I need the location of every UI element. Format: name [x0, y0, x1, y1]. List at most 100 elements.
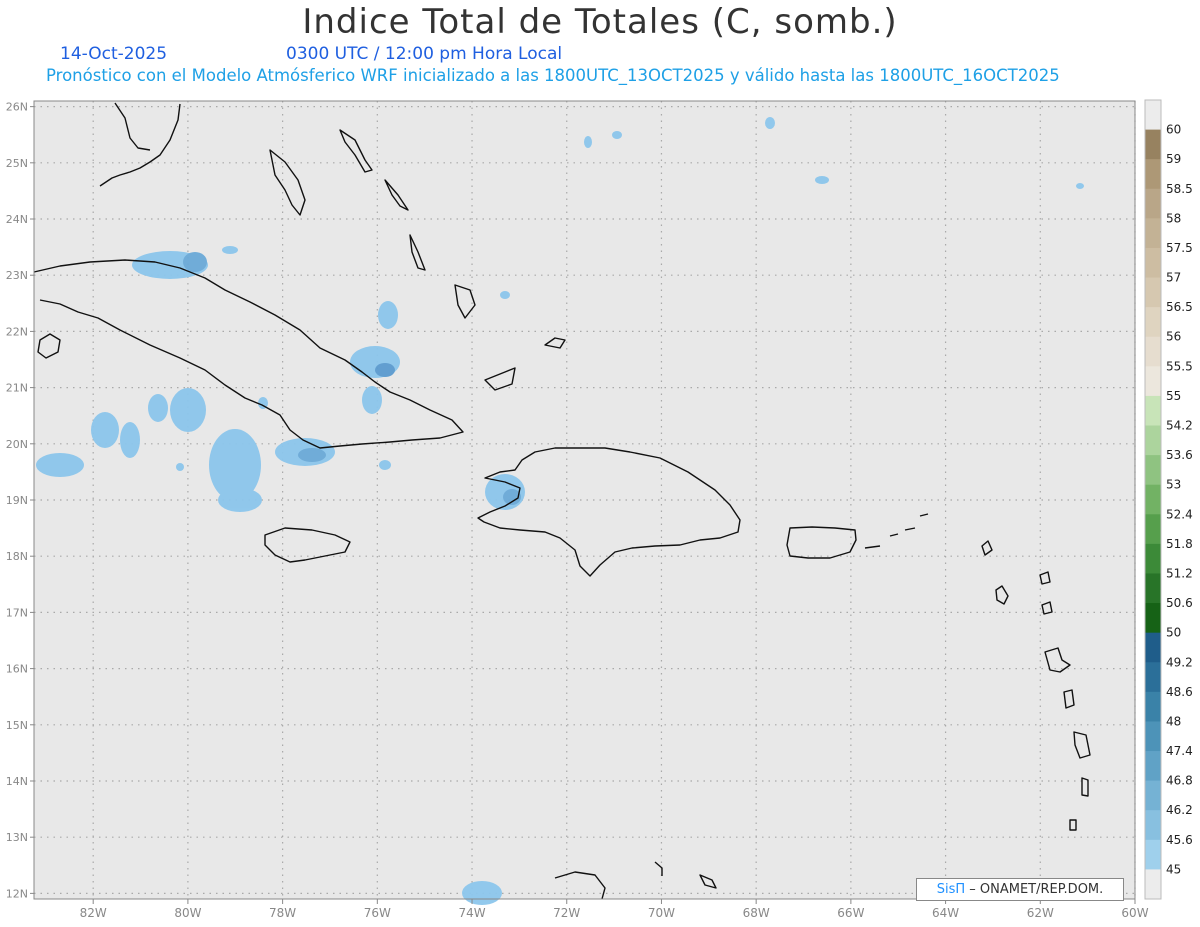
lon-tick-label: 82W: [80, 906, 107, 920]
shade-cayman-2: [170, 388, 206, 432]
lon-tick-label: 66W: [837, 906, 864, 920]
colorbar-segment: [1145, 159, 1161, 190]
lon-tick-label: 80W: [174, 906, 201, 920]
lon-tick-label: 70W: [648, 906, 675, 920]
shade-turks: [500, 291, 510, 299]
shade-bahamas-north-1: [584, 136, 592, 148]
shade-bahamas-north-2: [612, 131, 622, 139]
colorbar-label: 52.4: [1166, 507, 1193, 521]
lat-tick-label: 23N: [6, 269, 28, 282]
colorbar-label: 48.6: [1166, 685, 1193, 699]
shade-west-1: [91, 412, 119, 448]
shade-west-2: [120, 422, 140, 458]
shade-cuba-east-core: [375, 363, 395, 377]
colorbar-segment-bottom: [1145, 869, 1161, 899]
colorbar-segment: [1145, 336, 1161, 367]
shade-bahamas-central: [378, 301, 398, 329]
lon-tick-label: 68W: [743, 906, 770, 920]
colorbar: 60 59 58.5 58 57.5 57 56.5 56 55.5 55 54.2 53.6 53 52…: [1144, 99, 1193, 900]
colorbar-segment: [1145, 573, 1161, 604]
colorbar-segment: [1145, 603, 1161, 634]
lat-tick-label: 25N: [6, 157, 28, 170]
shade-south-edge: [462, 881, 502, 905]
colorbar-segment: [1145, 247, 1161, 279]
lat-tick-label: 16N: [6, 663, 28, 676]
lat-tick-label: 17N: [6, 606, 28, 619]
lon-tick-label: 78W: [269, 906, 296, 920]
lon-tick-label: 74W: [458, 906, 485, 920]
shade-windward-passage: [379, 460, 391, 470]
shade-cuba-east-south: [362, 386, 382, 414]
lat-tick-label: 14N: [6, 775, 28, 788]
colorbar-segment-top: [1145, 100, 1161, 130]
colorbar-segment: [1145, 277, 1161, 308]
colorbar-label: 50: [1166, 626, 1181, 640]
colorbar-segment: [1145, 218, 1161, 249]
colorbar-segment: [1145, 780, 1161, 811]
shade-cuba-south-core: [298, 448, 326, 462]
credit-box: SisΠ – ONAMET/REP.DOM.: [916, 878, 1124, 901]
colorbar-label: 54.2: [1166, 419, 1193, 433]
colorbar-segment: [1145, 632, 1161, 663]
colorbar-label: 46.8: [1166, 774, 1193, 788]
brand-logo: SisΠ: [936, 882, 966, 897]
lat-tick-label: 15N: [6, 719, 28, 732]
colorbar-segment: [1145, 307, 1161, 338]
colorbar-segment: [1145, 484, 1161, 515]
shade-ne-1: [765, 117, 775, 129]
colorbar-label: 51.2: [1166, 566, 1193, 580]
shade-cayman-1: [148, 394, 168, 422]
colorbar-label: 56.5: [1166, 300, 1193, 314]
lat-tick-label: 13N: [6, 831, 28, 844]
lon-tick-label: 62W: [1027, 906, 1054, 920]
colorbar-segment: [1145, 395, 1161, 427]
lat-tick-label: 20N: [6, 438, 28, 451]
colorbar-label: 53: [1166, 478, 1181, 492]
shade-ne-2: [815, 176, 829, 184]
lon-tick-label: 64W: [932, 906, 959, 920]
colorbar-label: 58.5: [1166, 182, 1193, 196]
lat-tick-label: 21N: [6, 382, 28, 395]
colorbar-segment: [1145, 543, 1161, 574]
colorbar-label: 58: [1166, 211, 1181, 225]
colorbar-segment: [1145, 188, 1161, 219]
lon-tick-label: 72W: [553, 906, 580, 920]
colorbar-label: 55.5: [1166, 359, 1193, 373]
shade-cuba-nw-fleck: [222, 246, 238, 254]
colorbar-label: 57: [1166, 271, 1181, 285]
shade-tiny-1: [176, 463, 184, 471]
colorbar-segment: [1145, 691, 1161, 722]
shade-west-3: [36, 453, 84, 477]
lat-tick-label: 22N: [6, 325, 28, 338]
lat-tick-label: 19N: [6, 494, 28, 507]
colorbar-segment: [1145, 662, 1161, 693]
lat-tick-label: 12N: [6, 887, 28, 900]
colorbar-label: 50.6: [1166, 596, 1193, 610]
shade-leeward-fleck: [1076, 183, 1084, 189]
shade-cuba-west-core: [183, 252, 207, 272]
colorbar-segment: [1145, 751, 1161, 782]
colorbar-segment: [1145, 721, 1161, 752]
colorbar-label: 45: [1166, 862, 1181, 876]
lat-tick-label: 26N: [6, 101, 28, 114]
colorbar-label: 48: [1166, 714, 1181, 728]
colorbar-label: 45.6: [1166, 833, 1193, 847]
lat-tick-label: 18N: [6, 550, 28, 563]
colorbar-label: 49.2: [1166, 655, 1193, 669]
lon-tick-label: 76W: [364, 906, 391, 920]
colorbar-label: 57.5: [1166, 241, 1193, 255]
lon-tick-label: 60W: [1121, 906, 1148, 920]
colorbar-label: 53.6: [1166, 448, 1193, 462]
colorbar-segment: [1145, 366, 1161, 397]
weather-map: 82W 80W 78W 76W 74W 72W 70W 68W 66W 64W 62W 60W 26N 2…: [6, 99, 1193, 920]
lat-tick-label: 24N: [6, 213, 28, 226]
credit-org: – ONAMET/REP.DOM.: [965, 882, 1104, 897]
colorbar-segment: [1145, 514, 1161, 545]
colorbar-label: 46.2: [1166, 803, 1193, 817]
colorbar-segment: [1145, 455, 1161, 486]
colorbar-label: 55: [1166, 389, 1181, 403]
colorbar-label: 47.4: [1166, 744, 1193, 758]
colorbar-label: 60: [1166, 123, 1181, 137]
colorbar-label: 59: [1166, 152, 1181, 166]
colorbar-segment: [1145, 425, 1161, 456]
